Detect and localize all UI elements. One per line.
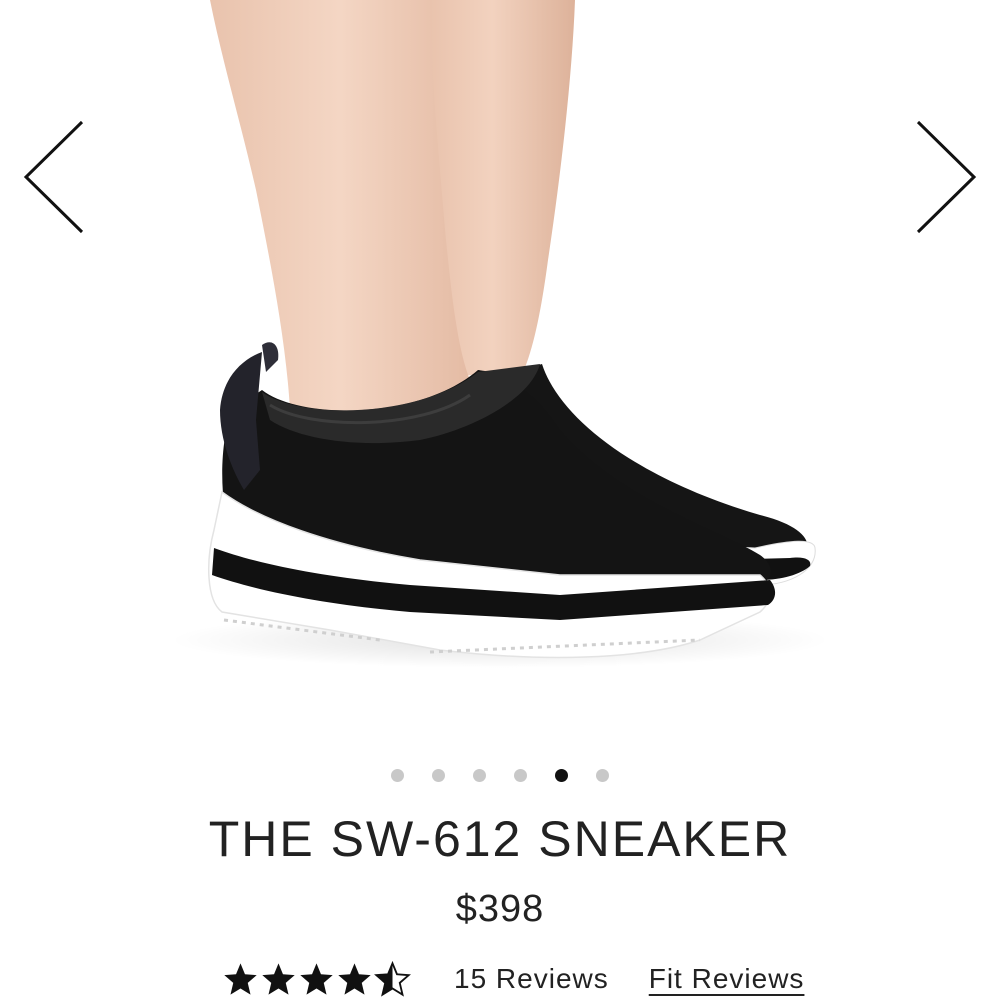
fit-reviews-link[interactable]: Fit Reviews bbox=[649, 963, 805, 995]
chevron-right-icon bbox=[916, 120, 977, 234]
previous-image-button[interactable] bbox=[18, 118, 88, 236]
chevron-left-icon bbox=[23, 120, 84, 234]
gallery-pagination-dots bbox=[0, 768, 1000, 784]
product-image-gallery[interactable] bbox=[0, 0, 1000, 740]
star-full-icon bbox=[300, 962, 333, 995]
product-photo bbox=[170, 0, 830, 668]
rating-row: 15 Reviews Fit Reviews bbox=[222, 958, 922, 1000]
product-price: $398 bbox=[455, 888, 545, 930]
pagination-dot-active[interactable] bbox=[555, 769, 568, 782]
star-rating[interactable] bbox=[222, 960, 411, 998]
review-count-link[interactable]: 15 Reviews bbox=[454, 963, 609, 995]
pagination-dot[interactable] bbox=[391, 769, 404, 782]
next-image-button[interactable] bbox=[912, 118, 982, 236]
pagination-dot[interactable] bbox=[596, 769, 609, 782]
pagination-dot[interactable] bbox=[432, 769, 445, 782]
star-full-icon bbox=[338, 962, 371, 995]
star-half-icon bbox=[374, 960, 411, 997]
star-full-icon bbox=[224, 962, 257, 995]
product-title: THE SW-612 SNEAKER bbox=[208, 811, 792, 867]
star-full-icon bbox=[262, 962, 295, 995]
pagination-dot[interactable] bbox=[514, 769, 527, 782]
pagination-dot[interactable] bbox=[473, 769, 486, 782]
